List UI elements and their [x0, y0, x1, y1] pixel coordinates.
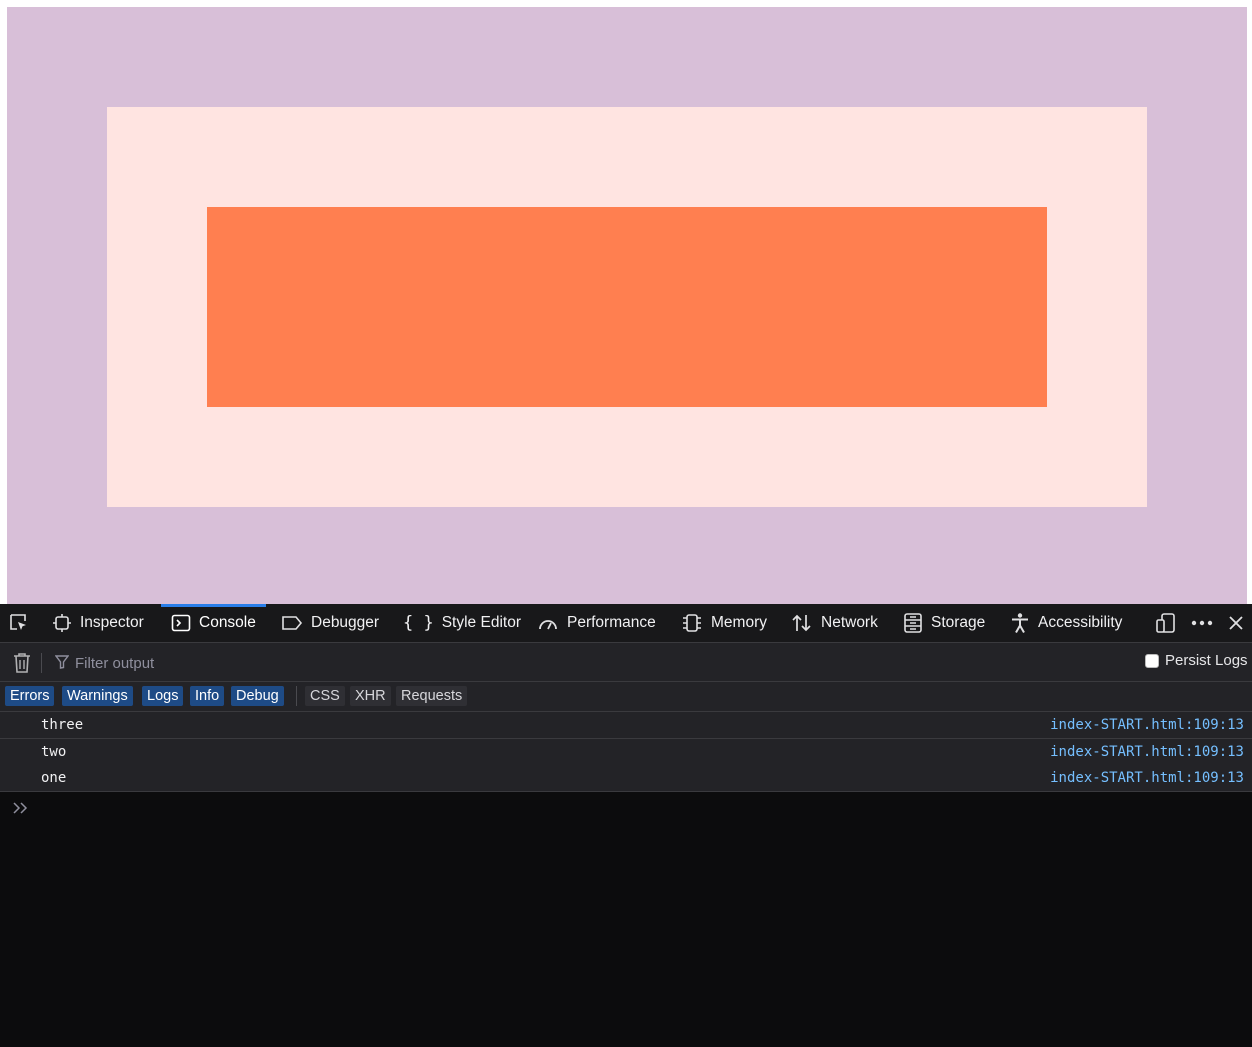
divider: [41, 653, 42, 673]
responsive-design-icon[interactable]: [1153, 604, 1179, 642]
tab-console[interactable]: Console: [161, 604, 266, 642]
network-icon: [792, 614, 811, 632]
more-options-icon[interactable]: [1188, 604, 1216, 642]
persist-logs-checkbox[interactable]: Persist Logs: [1145, 652, 1248, 669]
inspector-icon: [53, 614, 71, 632]
console-message: three index-START.html:109:13: [0, 712, 1252, 739]
tab-label: Inspector: [80, 614, 144, 631]
message-text: two: [41, 744, 67, 760]
filter-css-button[interactable]: CSS: [305, 686, 345, 706]
performance-icon: [539, 620, 557, 630]
tab-inspector[interactable]: Inspector: [52, 604, 144, 642]
devtools-toolbar: Inspector Console Debugger { } Style Edi…: [0, 604, 1252, 643]
element-picker-icon[interactable]: [4, 604, 34, 642]
console-filter-bar: Persist Logs: [0, 643, 1252, 682]
filter-debug-button[interactable]: Debug: [231, 686, 284, 706]
debugger-icon: [282, 616, 303, 630]
memory-icon: [683, 614, 701, 632]
prompt-chevron-icon: [12, 800, 30, 821]
filter-xhr-button[interactable]: XHR: [350, 686, 391, 706]
message-location-link[interactable]: index-START.html:109:13: [1050, 770, 1244, 786]
tab-storage[interactable]: Storage: [903, 604, 985, 642]
tab-accessibility[interactable]: Accessibility: [1010, 604, 1122, 642]
filter-output-input[interactable]: [73, 650, 677, 676]
tab-label: Console: [199, 614, 256, 631]
tab-label: Memory: [711, 614, 767, 631]
style-editor-icon: { }: [403, 613, 434, 633]
storage-icon: [904, 613, 922, 633]
console-input[interactable]: [36, 800, 1240, 824]
divider: [296, 686, 297, 706]
clear-console-icon[interactable]: [12, 652, 32, 679]
tab-label: Debugger: [311, 614, 380, 631]
tab-label: Storage: [931, 614, 986, 631]
tab-label: Style Editor: [441, 614, 521, 631]
persist-logs-label: Persist Logs: [1165, 652, 1248, 669]
tab-network[interactable]: Network: [791, 604, 878, 642]
accessibility-icon: [1012, 613, 1028, 633]
log-level-bar: Errors Warnings Logs Info Debug CSS XHR …: [0, 682, 1252, 712]
filter-warnings-button[interactable]: Warnings: [62, 686, 133, 706]
tab-label: Performance: [567, 614, 656, 631]
checkbox-box[interactable]: [1145, 653, 1159, 668]
message-location-link[interactable]: index-START.html:109:13: [1050, 744, 1244, 760]
page-viewport: [0, 0, 1252, 604]
console-message: two index-START.html:109:13: [0, 739, 1252, 766]
outer-box: [7, 7, 1247, 604]
message-text: three: [41, 717, 84, 733]
tab-style-editor[interactable]: { } Style Editor: [403, 604, 521, 642]
message-location-link[interactable]: index-START.html:109:13: [1050, 717, 1244, 733]
tab-memory[interactable]: Memory: [681, 604, 767, 642]
console-icon: [171, 614, 191, 632]
filter-errors-button[interactable]: Errors: [5, 686, 55, 706]
tab-performance[interactable]: Performance: [537, 604, 656, 642]
devtools-panel: Inspector Console Debugger { } Style Edi…: [0, 604, 1252, 1047]
filter-logs-button[interactable]: Logs: [142, 686, 184, 706]
tab-label: Network: [821, 614, 878, 631]
close-icon[interactable]: [1224, 604, 1248, 642]
console-message: one index-START.html:109:13: [0, 765, 1252, 792]
filter-requests-button[interactable]: Requests: [396, 686, 468, 706]
middle-box: [107, 107, 1147, 507]
filter-info-button[interactable]: Info: [190, 686, 225, 706]
inner-box: [207, 207, 1047, 407]
filter-icon: [54, 655, 70, 674]
message-text: one: [41, 770, 67, 786]
tab-label: Accessibility: [1038, 614, 1123, 631]
tab-debugger[interactable]: Debugger: [281, 604, 379, 642]
